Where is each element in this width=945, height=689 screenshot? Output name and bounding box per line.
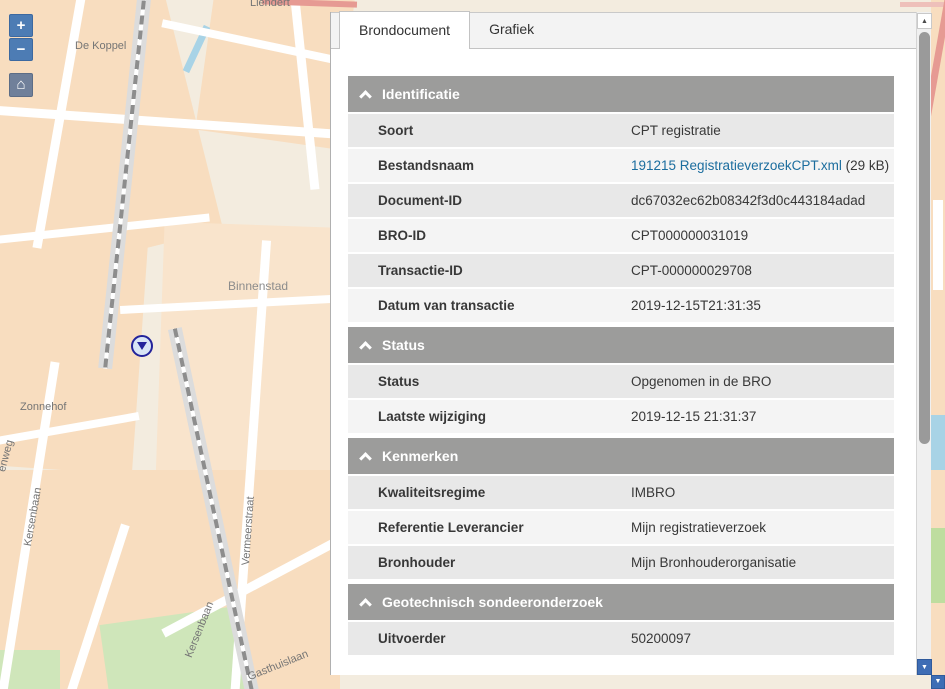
tab-label: Grafiek xyxy=(489,21,534,37)
row-bronhouder: Bronhouder Mijn Bronhouderorganisatie xyxy=(348,546,894,581)
scroll-up-button[interactable]: ▲ xyxy=(917,13,932,29)
row-label: Bestandsnaam xyxy=(348,149,621,182)
row-bestandsnaam: Bestandsnaam 191215 RegistratieverzoekCP… xyxy=(348,149,894,184)
map-road-primary xyxy=(900,2,945,7)
scroll-down-button[interactable]: ▼ xyxy=(917,659,932,675)
row-label: Kwaliteitsregime xyxy=(348,476,621,509)
map-label: Binnenstad xyxy=(228,279,288,293)
arrow-down-icon: ▼ xyxy=(921,664,928,671)
section-title: Kenmerken xyxy=(382,448,458,464)
row-value: 2019-12-15 21:31:37 xyxy=(621,400,894,433)
row-label: Referentie Leverancier xyxy=(348,511,621,544)
map-label: Liendert xyxy=(250,0,290,9)
section-header-status[interactable]: Status xyxy=(348,327,894,363)
section-header-geotechnisch-sondeeronderzoek[interactable]: Geotechnisch sondeeronderzoek xyxy=(348,584,894,620)
section-header-identificatie[interactable]: Identificatie xyxy=(348,76,894,112)
row-value: 191215 RegistratieverzoekCPT.xml (29 kB) xyxy=(621,149,894,182)
file-size: (29 kB) xyxy=(842,158,889,173)
chevron-up-icon xyxy=(359,90,372,103)
tab-grafiek[interactable]: Grafiek xyxy=(470,11,553,48)
tab-bar: Brondocument Grafiek xyxy=(331,12,917,49)
tab-label: Brondocument xyxy=(359,22,450,38)
row-value: CPT000000031019 xyxy=(621,219,894,252)
map-road xyxy=(933,200,943,290)
row-value: Mijn registratieverzoek xyxy=(621,511,894,544)
row-label: Uitvoerder xyxy=(348,622,621,655)
map-label: Zonnehof xyxy=(20,401,66,413)
section-title: Identificatie xyxy=(382,86,460,102)
row-label: Status xyxy=(348,365,621,398)
chevron-up-icon xyxy=(359,598,372,611)
file-download-link[interactable]: 191215 RegistratieverzoekCPT.xml xyxy=(631,158,842,173)
panel-content: Identificatie Soort CPT registratie Best… xyxy=(331,49,917,675)
row-label: Laatste wijziging xyxy=(348,400,621,433)
row-status: Status Opgenomen in de BRO xyxy=(348,365,894,400)
scrollbar[interactable]: ▲ ▼ xyxy=(916,12,931,675)
zoom-in-button[interactable]: + xyxy=(9,14,33,37)
map-label: De Koppel xyxy=(75,40,126,52)
section-header-kenmerken[interactable]: Kenmerken xyxy=(348,438,894,474)
detail-panel: Brondocument Grafiek Identificatie Soort… xyxy=(330,12,931,675)
row-value: CPT registratie xyxy=(621,114,894,147)
row-label: Datum van transactie xyxy=(348,289,621,322)
corner-scroll-button[interactable]: ▼ xyxy=(931,675,945,689)
section-title: Status xyxy=(382,337,425,353)
chevron-up-icon xyxy=(359,452,372,465)
app-window: Liendert De Koppel Binnenstad Zonnehof K… xyxy=(0,0,945,689)
row-value: Mijn Bronhouderorganisatie xyxy=(621,546,894,579)
arrow-down-icon: ▼ xyxy=(935,678,942,685)
cpt-location-marker[interactable] xyxy=(131,335,153,357)
row-label: Bronhouder xyxy=(348,546,621,579)
home-button[interactable]: ⌂ xyxy=(9,73,33,97)
tab-brondocument[interactable]: Brondocument xyxy=(339,11,470,49)
row-datum-van-transactie: Datum van transactie 2019-12-15T21:31:35 xyxy=(348,289,894,324)
row-value: Opgenomen in de BRO xyxy=(621,365,894,398)
row-laatste-wijziging: Laatste wijziging 2019-12-15 21:31:37 xyxy=(348,400,894,435)
chevron-up-icon xyxy=(359,341,372,354)
row-label: Soort xyxy=(348,114,621,147)
row-value: 2019-12-15T21:31:35 xyxy=(621,289,894,322)
row-label: Document-ID xyxy=(348,184,621,217)
row-soort: Soort CPT registratie xyxy=(348,114,894,149)
row-bro-id: BRO-ID CPT000000031019 xyxy=(348,219,894,254)
map-water xyxy=(931,415,945,470)
row-value: dc67032ec62b08342f3d0c443184adad xyxy=(621,184,894,217)
scroll-thumb[interactable] xyxy=(919,32,930,444)
section-title: Geotechnisch sondeeronderzoek xyxy=(382,594,603,610)
row-document-id: Document-ID dc67032ec62b08342f3d0c443184… xyxy=(348,184,894,219)
row-value: 50200097 xyxy=(621,622,894,655)
zoom-out-button[interactable]: − xyxy=(9,38,33,61)
row-value: IMBRO xyxy=(621,476,894,509)
row-label: BRO-ID xyxy=(348,219,621,252)
row-transactie-id: Transactie-ID CPT-000000029708 xyxy=(348,254,894,289)
row-value: CPT-000000029708 xyxy=(621,254,894,287)
marker-triangle-icon xyxy=(137,342,147,350)
arrow-up-icon: ▲ xyxy=(921,18,928,25)
map-park xyxy=(931,528,945,603)
row-referentie-leverancier: Referentie Leverancier Mijn registratiev… xyxy=(348,511,894,546)
row-kwaliteitsregime: Kwaliteitsregime IMBRO xyxy=(348,476,894,511)
row-label: Transactie-ID xyxy=(348,254,621,287)
row-uitvoerder: Uitvoerder 50200097 xyxy=(348,622,894,657)
